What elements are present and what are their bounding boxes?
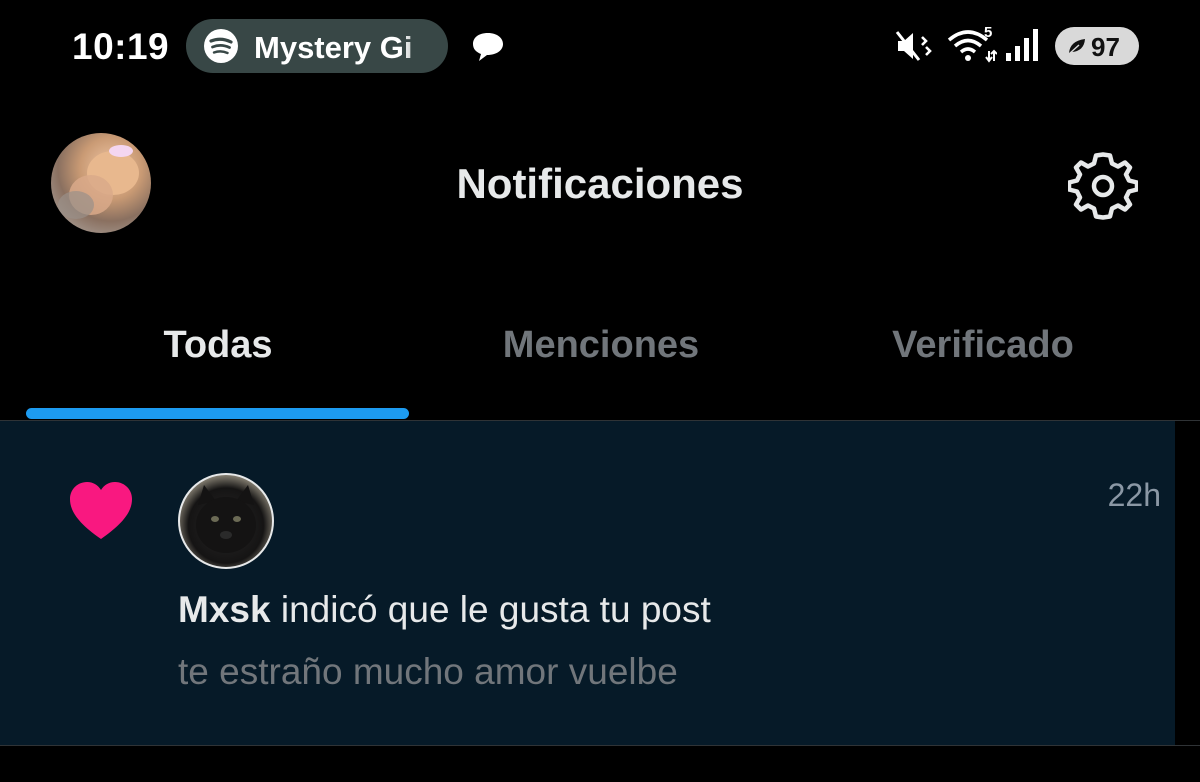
battery-indicator: 97 <box>1055 27 1139 65</box>
chat-bubble-icon <box>473 33 503 61</box>
divider <box>0 745 1200 746</box>
status-time: 10:19 <box>72 26 170 67</box>
spotify-icon <box>204 29 238 63</box>
wifi-badge: 5 <box>984 24 993 41</box>
user-avatar[interactable] <box>178 473 274 569</box>
notification-time: 22h <box>1107 477 1161 513</box>
battery-level: 97 <box>1091 32 1120 62</box>
tab-todas[interactable]: Todas <box>18 324 418 367</box>
notification-username[interactable]: Mxsk <box>178 589 271 630</box>
cat-photo <box>196 485 256 553</box>
post-preview: te estraño mucho amor vuelbe <box>178 651 678 692</box>
notification-item[interactable]: 22h Mxsk indicó que le gusta tu post te … <box>0 421 1175 745</box>
settings-button[interactable] <box>1066 151 1140 221</box>
tab-menciones[interactable]: Menciones <box>401 324 801 367</box>
status-bar: 10:19 Mystery Gi 5 97 <box>0 0 1200 95</box>
active-tab-indicator <box>26 408 409 419</box>
leaf-icon <box>1068 39 1085 55</box>
media-playing-pill[interactable]: Mystery Gi <box>186 19 448 73</box>
gear-icon <box>1066 152 1140 220</box>
media-title: Mystery Gi <box>254 30 413 65</box>
notification-text: Mxsk indicó que le gusta tu post <box>178 589 711 631</box>
heart-icon <box>70 482 132 539</box>
signal-icon <box>1006 29 1038 61</box>
tab-bar: Todas Menciones Verificado <box>0 300 1200 422</box>
page-title: Notificaciones <box>456 160 744 207</box>
notification-action: indicó que le gusta tu post <box>270 589 711 630</box>
tab-verificado[interactable]: Verificado <box>783 324 1183 367</box>
mute-icon <box>895 31 932 61</box>
